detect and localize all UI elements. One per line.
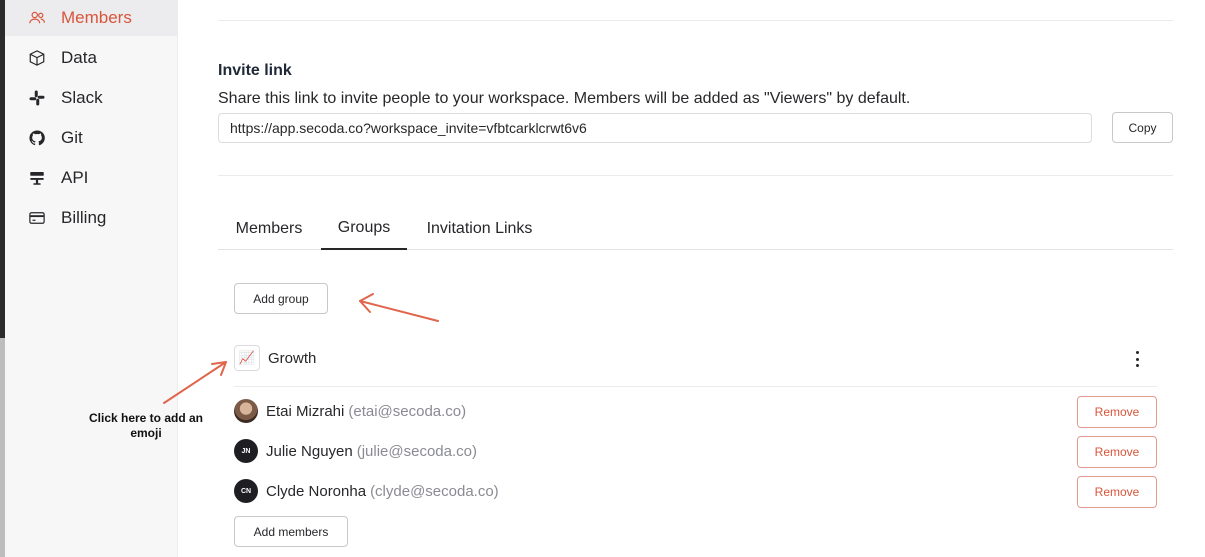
member-name: Julie Nguyen [266, 443, 353, 460]
add-members-button[interactable]: Add members [234, 516, 348, 547]
member-row: Clyde Noronha (clyde@secoda.co) [266, 483, 499, 500]
avatar: JN [234, 439, 258, 463]
api-icon [27, 168, 47, 188]
group-name: Growth [268, 350, 317, 367]
avatar [234, 399, 258, 423]
sidebar-item-members[interactable]: Members [5, 0, 177, 36]
remove-member-button[interactable]: Remove [1077, 436, 1157, 468]
users-icon [27, 8, 47, 28]
member-email: (julie@secoda.co) [356, 443, 477, 460]
section-divider [218, 20, 1173, 21]
sidebar-item-label: Data [61, 48, 97, 67]
sidebar-item-label: Billing [61, 208, 107, 227]
sidebar-item-label: Members [61, 8, 132, 27]
avatar: CN [234, 479, 258, 503]
tab-invitation-links[interactable]: Invitation Links [409, 208, 550, 249]
sidebar-item-api[interactable]: API [5, 160, 177, 196]
sidebar-item-label: API [61, 168, 89, 187]
invite-link-title: Invite link [218, 62, 292, 79]
annotation-callout: Click here to add an emoji [88, 411, 204, 440]
annotation-arrows [163, 293, 439, 404]
remove-member-button[interactable]: Remove [1077, 476, 1157, 508]
member-row: Julie Nguyen (julie@secoda.co) [266, 443, 477, 460]
sidebar-item-git[interactable]: Git [5, 120, 177, 156]
sidebar-item-slack[interactable]: Slack [5, 80, 177, 116]
tab-members[interactable]: Members [218, 208, 320, 249]
cube-icon [27, 48, 47, 68]
sidebar-item-label: Slack [61, 88, 103, 107]
settings-sidebar: Members Data Slack Git API Billing [5, 0, 178, 557]
members-tabs: Members Groups Invitation Links [218, 208, 1173, 250]
member-email: (clyde@secoda.co) [370, 483, 499, 500]
slack-icon [27, 88, 47, 108]
member-name: Clyde Noronha [266, 483, 367, 500]
github-icon [27, 128, 47, 148]
tab-groups[interactable]: Groups [321, 208, 407, 250]
member-name: Etai Mizrahi [266, 403, 345, 420]
section-divider [218, 175, 1173, 176]
more-options-icon[interactable] [1130, 350, 1144, 368]
invite-link-description: Share this link to invite people to your… [218, 90, 911, 107]
group-divider [234, 386, 1157, 387]
group-emoji-button[interactable]: 📈 [234, 345, 260, 371]
member-row: Etai Mizrahi (etai@secoda.co) [266, 403, 466, 420]
invite-link-field[interactable] [218, 113, 1092, 143]
add-group-button[interactable]: Add group [234, 283, 328, 314]
remove-member-button[interactable]: Remove [1077, 396, 1157, 428]
sidebar-item-billing[interactable]: Billing [5, 200, 177, 236]
member-email: (etai@secoda.co) [348, 403, 467, 420]
arrow-to-add-group [359, 300, 439, 322]
credit-card-icon [27, 208, 47, 228]
copy-button[interactable]: Copy [1112, 112, 1173, 143]
sidebar-item-data[interactable]: Data [5, 40, 177, 76]
sidebar-item-label: Git [61, 128, 83, 147]
